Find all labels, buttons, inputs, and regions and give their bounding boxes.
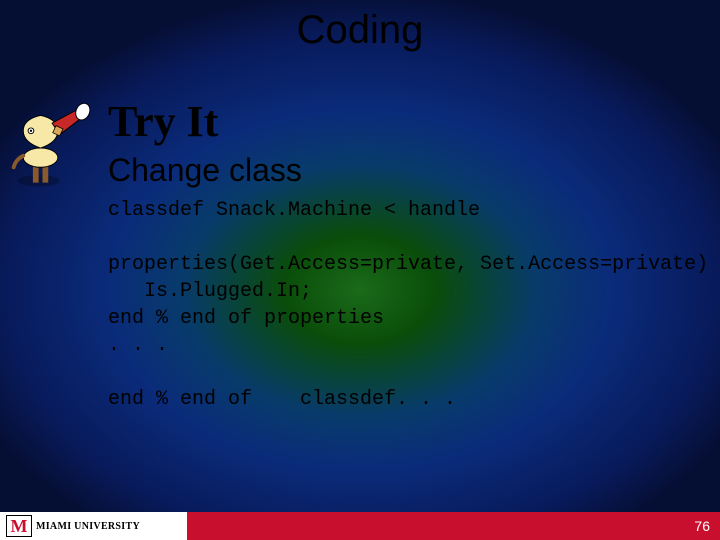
page-number: 76 (694, 518, 710, 534)
code-line: . . . (108, 334, 168, 357)
logo-letter: M (6, 515, 32, 537)
code-line: classdef Snack.Machine < handle (108, 199, 480, 222)
code-line: properties(Get.Access=private, Set.Acces… (108, 253, 708, 276)
university-logo: M MIAMI UNIVERSITY (6, 515, 176, 537)
footer-bar: M MIAMI UNIVERSITY 76 (0, 512, 720, 540)
university-name: MIAMI UNIVERSITY (36, 522, 140, 531)
try-it-heading: Try It (108, 96, 218, 147)
code-line: end % end of properties (108, 307, 384, 330)
slide: Coding Try It Change class classdef Snac… (0, 0, 720, 540)
slide-title: Coding (0, 8, 720, 53)
subtitle: Change class (108, 152, 302, 189)
code-line: end % end of classdef. . . (108, 388, 456, 411)
megaphone-icon (6, 102, 102, 198)
code-block: classdef Snack.Machine < handle properti… (108, 197, 708, 413)
code-line: Is.Plugged.In; (108, 280, 312, 303)
university-name-top: MIAMI UNIVERSITY (36, 522, 140, 531)
